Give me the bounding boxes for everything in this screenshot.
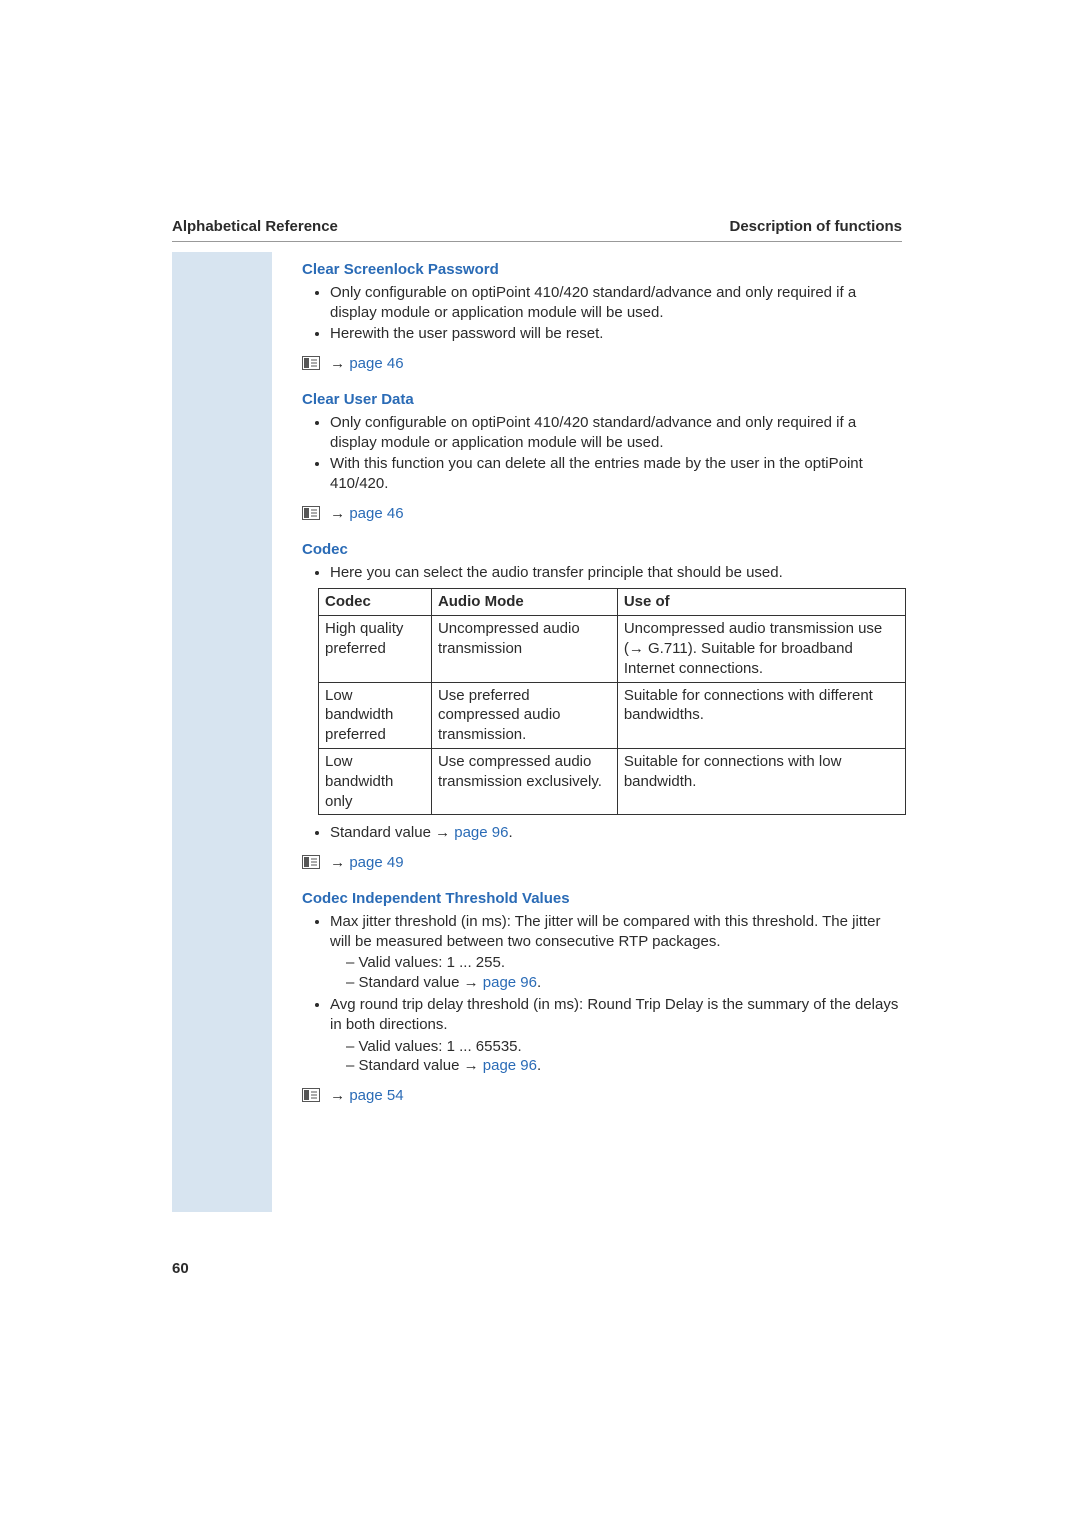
page-ref-link[interactable]: page 46: [349, 505, 403, 522]
page-ref: → page 46: [302, 504, 902, 526]
col-audio-mode: Audio Mode: [431, 589, 617, 616]
bullet-item: With this function you can delete all th…: [330, 454, 902, 494]
text-fragment: Standard value: [359, 974, 464, 991]
table-header-row: Codec Audio Mode Use of: [319, 589, 906, 616]
arrow-icon: →: [330, 1087, 345, 1104]
page-ref: → page 46: [302, 354, 902, 376]
text-fragment: G.711). Suitable for broadband Internet …: [624, 640, 853, 677]
table-row: Low bandwidth only Use compressed audio …: [319, 748, 906, 814]
table-row: Low bandwidth preferred Use preferred co…: [319, 682, 906, 748]
header-right: Description of functions: [730, 218, 903, 235]
bullet-item: Here you can select the audio transfer p…: [330, 563, 902, 583]
bullet-item: Only configurable on optiPoint 410/420 s…: [330, 283, 902, 323]
web-ui-icon: [302, 506, 320, 526]
arrow-icon: →: [629, 640, 644, 657]
section-heading-clear-screenlock: Clear Screenlock Password: [302, 260, 902, 280]
cell-audio-mode: Use compressed audio transmission exclus…: [431, 748, 617, 814]
page-ref: → page 54: [302, 1086, 902, 1108]
text-fragment: Max jitter threshold (in ms): The jitter…: [330, 913, 881, 950]
dash-item: Valid values: 1 ... 255.: [346, 953, 902, 973]
section-heading-codec: Codec: [302, 540, 902, 560]
web-ui-icon: [302, 1088, 320, 1108]
text-fragment: .: [537, 1057, 541, 1074]
dash-item: Standard value → page 96.: [346, 1056, 902, 1076]
bullet-item: Max jitter threshold (in ms): The jitter…: [330, 912, 902, 993]
dash-list: Valid values: 1 ... 255. Standard value …: [330, 953, 902, 993]
bullet-item: Only configurable on optiPoint 410/420 s…: [330, 413, 902, 453]
web-ui-icon: [302, 855, 320, 875]
page-ref-link[interactable]: page 96: [454, 824, 508, 841]
bullet-item: Herewith the user password will be reset…: [330, 324, 902, 344]
page-ref-link[interactable]: page 54: [349, 1087, 403, 1104]
web-ui-icon: [302, 356, 320, 376]
arrow-icon: →: [435, 824, 450, 841]
arrow-icon: →: [330, 355, 345, 372]
text-fragment: Standard value: [330, 824, 435, 841]
text-fragment: .: [508, 824, 512, 841]
text-fragment: Standard value: [359, 1057, 464, 1074]
arrow-icon: →: [330, 505, 345, 522]
bullet-item: Standard value → page 96.: [330, 823, 902, 843]
bullet-list: Only configurable on optiPoint 410/420 s…: [302, 283, 902, 344]
content-column: Clear Screenlock Password Only configura…: [302, 260, 902, 1122]
codec-table: Codec Audio Mode Use of High quality pre…: [318, 588, 906, 815]
cell-codec: Low bandwidth preferred: [319, 682, 432, 748]
cell-audio-mode: Use preferred compressed audio transmiss…: [431, 682, 617, 748]
header-left: Alphabetical Reference: [172, 218, 338, 235]
table-row: High quality preferred Uncompressed audi…: [319, 616, 906, 682]
cell-audio-mode: Uncompressed audio transmission: [431, 616, 617, 682]
cell-use-of: Suitable for connections with different …: [617, 682, 905, 748]
bullet-list: Only configurable on optiPoint 410/420 s…: [302, 413, 902, 494]
cell-use-of: Suitable for connections with low bandwi…: [617, 748, 905, 814]
page-ref-link[interactable]: page 96: [483, 974, 537, 991]
arrow-icon: →: [330, 854, 345, 871]
page-header: Alphabetical Reference Description of fu…: [172, 218, 902, 242]
page-ref-link[interactable]: page 96: [483, 1057, 537, 1074]
bullet-list: Max jitter threshold (in ms): The jitter…: [302, 912, 902, 1076]
cell-use-of: Uncompressed audio transmission use (→ G…: [617, 616, 905, 682]
text-fragment: .: [537, 974, 541, 991]
dash-list: Valid values: 1 ... 65535. Standard valu…: [330, 1037, 902, 1077]
left-gutter-band: [172, 252, 272, 1212]
arrow-icon: →: [464, 974, 479, 991]
page-number: 60: [172, 1260, 189, 1277]
col-use-of: Use of: [617, 589, 905, 616]
dash-item: Valid values: 1 ... 65535.: [346, 1037, 902, 1057]
section-heading-clear-user-data: Clear User Data: [302, 390, 902, 410]
cell-codec: Low bandwidth only: [319, 748, 432, 814]
arrow-icon: →: [464, 1057, 479, 1074]
col-codec: Codec: [319, 589, 432, 616]
bullet-list: Standard value → page 96.: [302, 823, 902, 843]
cell-codec: High quality preferred: [319, 616, 432, 682]
page-ref-link[interactable]: page 46: [349, 355, 403, 372]
text-fragment: Avg round trip delay threshold (in ms): …: [330, 996, 898, 1033]
page-ref: → page 49: [302, 853, 902, 875]
section-heading-codec-thresholds: Codec Independent Threshold Values: [302, 889, 902, 909]
page-ref-link[interactable]: page 49: [349, 854, 403, 871]
bullet-list: Here you can select the audio transfer p…: [302, 563, 902, 583]
bullet-item: Avg round trip delay threshold (in ms): …: [330, 995, 902, 1076]
dash-item: Standard value → page 96.: [346, 973, 902, 993]
